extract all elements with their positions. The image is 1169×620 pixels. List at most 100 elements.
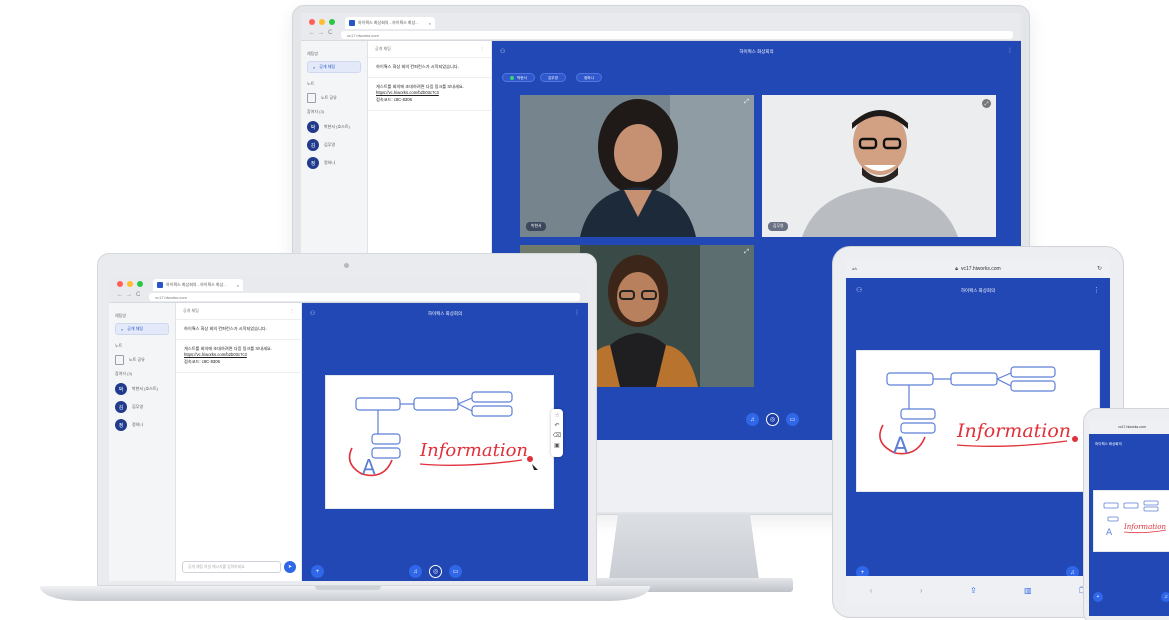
sidebar-item-label: 노트 공유: [129, 357, 145, 362]
lock-icon: 🔒︎: [955, 266, 958, 272]
whiteboard-text: Information: [956, 420, 1071, 442]
whiteboard-canvas[interactable]: A Information: [856, 350, 1100, 492]
video-tile[interactable]: 박현서 ⤢: [520, 95, 754, 237]
browser-tab[interactable]: 하이웍스 화상회의 - 하이웍스 화상... ×: [153, 279, 243, 291]
chat-message: 게스트를 회의에 초대하려면 다음 링크를 보내세요. https://vc.h…: [368, 78, 491, 111]
chat-input[interactable]: 공개 채팅 하실 메시지를 입력하세요: [182, 561, 281, 573]
back-icon[interactable]: ←: [117, 292, 123, 298]
chat-header: 공개 채팅 ⋮: [176, 303, 301, 320]
share-icon[interactable]: ⇪: [970, 586, 977, 595]
window-controls[interactable]: [117, 281, 143, 287]
screen-share-button[interactable]: ▭: [449, 565, 462, 578]
window-controls[interactable]: [309, 19, 335, 25]
add-button[interactable]: +: [1093, 592, 1103, 602]
participant-pill[interactable]: 김무영: [540, 73, 566, 82]
participant-item[interactable]: 정 정하나: [307, 157, 361, 169]
expand-icon[interactable]: ⤢: [982, 99, 991, 108]
image-icon[interactable]: ▣: [554, 442, 560, 449]
expand-icon[interactable]: ⤢: [744, 249, 749, 256]
tablet-url: vc17.hiworks.com: [960, 266, 1001, 272]
participant-pill[interactable]: 박현서: [502, 73, 535, 82]
address-bar[interactable]: vc17.hiworks.com: [341, 31, 1013, 39]
participant-item[interactable]: 박 박현서 (호스트): [307, 121, 361, 133]
search-icon: ⌕: [313, 64, 316, 70]
tablet-address-bar[interactable]: aA 🔒︎ vc17.hiworks.com ↻: [846, 260, 1110, 278]
stage-title: 하이웍스 화상회의: [427, 311, 463, 316]
whiteboard-toolbar: ☝ ↶ ⌫ ▣: [551, 409, 563, 457]
bookmarks-icon[interactable]: ▥: [1024, 586, 1032, 595]
more-icon[interactable]: ⋮: [1093, 286, 1100, 294]
forward-icon[interactable]: ›: [920, 586, 923, 595]
participant-pill[interactable]: 정하나: [576, 73, 602, 82]
whiteboard-canvas[interactable]: A Information: [325, 375, 554, 509]
phone-screen: vc17.hiworks.com 하이웍스 화상회의 A Information…: [1089, 420, 1169, 616]
devices-showcase: 하이웍스 화상회의 - 하이웍스 화상... × ← → C vc17.hiwo…: [0, 0, 1169, 620]
laptop-notch: [315, 586, 381, 590]
address-bar[interactable]: vc17.hiworks.com: [149, 293, 580, 301]
chat-message: 하이웍스 화상 회의 컨퍼런스가 시작되었습니다.: [368, 58, 491, 78]
more-icon[interactable]: ⋮: [1007, 47, 1013, 54]
forward-icon[interactable]: →: [126, 292, 132, 298]
participant-item[interactable]: 박 박현서 (호스트): [115, 383, 169, 395]
participants-title: 참여자 (3): [307, 109, 325, 114]
sidebar-item-label: 노트 공유: [321, 95, 337, 100]
close-dot[interactable]: [117, 281, 123, 287]
sidebar-item-notes[interactable]: 노트 공유: [115, 355, 169, 365]
back-icon[interactable]: ←: [309, 30, 315, 36]
favicon-icon: [349, 20, 355, 26]
more-icon[interactable]: ⋮: [574, 309, 580, 316]
back-icon[interactable]: ‹: [870, 586, 873, 595]
send-button[interactable]: ➤: [284, 561, 296, 573]
tab-close-icon[interactable]: ×: [429, 21, 431, 26]
maximize-dot[interactable]: [137, 281, 143, 287]
avatar: 김: [115, 401, 127, 413]
more-icon[interactable]: ⋮: [480, 46, 484, 52]
camera-button[interactable]: ◎: [429, 565, 442, 578]
mic-button[interactable]: ♫: [1161, 592, 1169, 602]
note-icon: [115, 355, 124, 365]
trash-icon[interactable]: ⌫: [553, 432, 561, 439]
reload-icon[interactable]: C: [136, 292, 140, 298]
tab-title: 하이웍스 화상회의 - 하이웍스 화상...: [166, 282, 227, 287]
forward-icon[interactable]: →: [318, 30, 324, 36]
mic-button[interactable]: ♫: [409, 565, 422, 578]
sidebar-item-public-chat[interactable]: ⌕ 공개 채팅: [307, 61, 361, 73]
close-dot[interactable]: [309, 19, 315, 25]
video-tile[interactable]: 김무영 ⤢: [762, 95, 996, 237]
add-button[interactable]: +: [311, 565, 324, 578]
browser-tab[interactable]: 하이웍스 화상회의 - 하이웍스 화상... ×: [345, 17, 435, 29]
sidebar-item-notes[interactable]: 노트 공유: [307, 93, 361, 103]
more-icon[interactable]: ⋮: [290, 308, 294, 314]
favicon-icon: [157, 282, 163, 288]
sidebar-item-public-chat[interactable]: ⌕ 공개 채팅: [115, 323, 169, 335]
minimize-dot[interactable]: [127, 281, 133, 287]
whiteboard-letter: A: [893, 434, 908, 459]
phone-address-bar[interactable]: vc17.hiworks.com: [1089, 420, 1169, 434]
hand-icon[interactable]: ☝: [555, 412, 559, 419]
undo-icon[interactable]: ↶: [554, 422, 559, 429]
whiteboard-text: Information: [1123, 523, 1167, 531]
avatar: 박: [307, 121, 319, 133]
participant-name: 정하나: [324, 160, 336, 165]
mindmap-drawing: A Information: [348, 391, 538, 479]
whiteboard-canvas[interactable]: A Information: [1093, 490, 1169, 552]
expand-icon[interactable]: ⤢: [744, 99, 749, 106]
participant-video-man: [762, 95, 996, 237]
participant-item[interactable]: 김 김무영: [115, 401, 169, 413]
tab-close-icon[interactable]: ×: [237, 283, 239, 288]
reload-icon[interactable]: ↻: [1097, 265, 1102, 272]
reader-aa[interactable]: aA: [852, 266, 857, 271]
screen-share-button[interactable]: ▭: [786, 413, 799, 426]
reload-icon[interactable]: C: [328, 30, 332, 36]
sidebar-item-label: 공개 채팅: [127, 326, 144, 331]
maximize-dot[interactable]: [329, 19, 335, 25]
participant-item[interactable]: 정 정하나: [115, 419, 169, 431]
whiteboard-stage: ⚇ 하이웍스 화상회의 ⋮ A Information ☝ ↶ ⌫ ▣ + ♫ …: [302, 303, 588, 581]
camera-button[interactable]: ◎: [766, 413, 779, 426]
notes-title: 노트: [115, 343, 123, 348]
participant-nametag: 박현서: [526, 222, 547, 231]
mic-button[interactable]: ♫: [746, 413, 759, 426]
minimize-dot[interactable]: [319, 19, 325, 25]
participant-item[interactable]: 김 김무영: [307, 139, 361, 151]
avatar: 박: [115, 383, 127, 395]
